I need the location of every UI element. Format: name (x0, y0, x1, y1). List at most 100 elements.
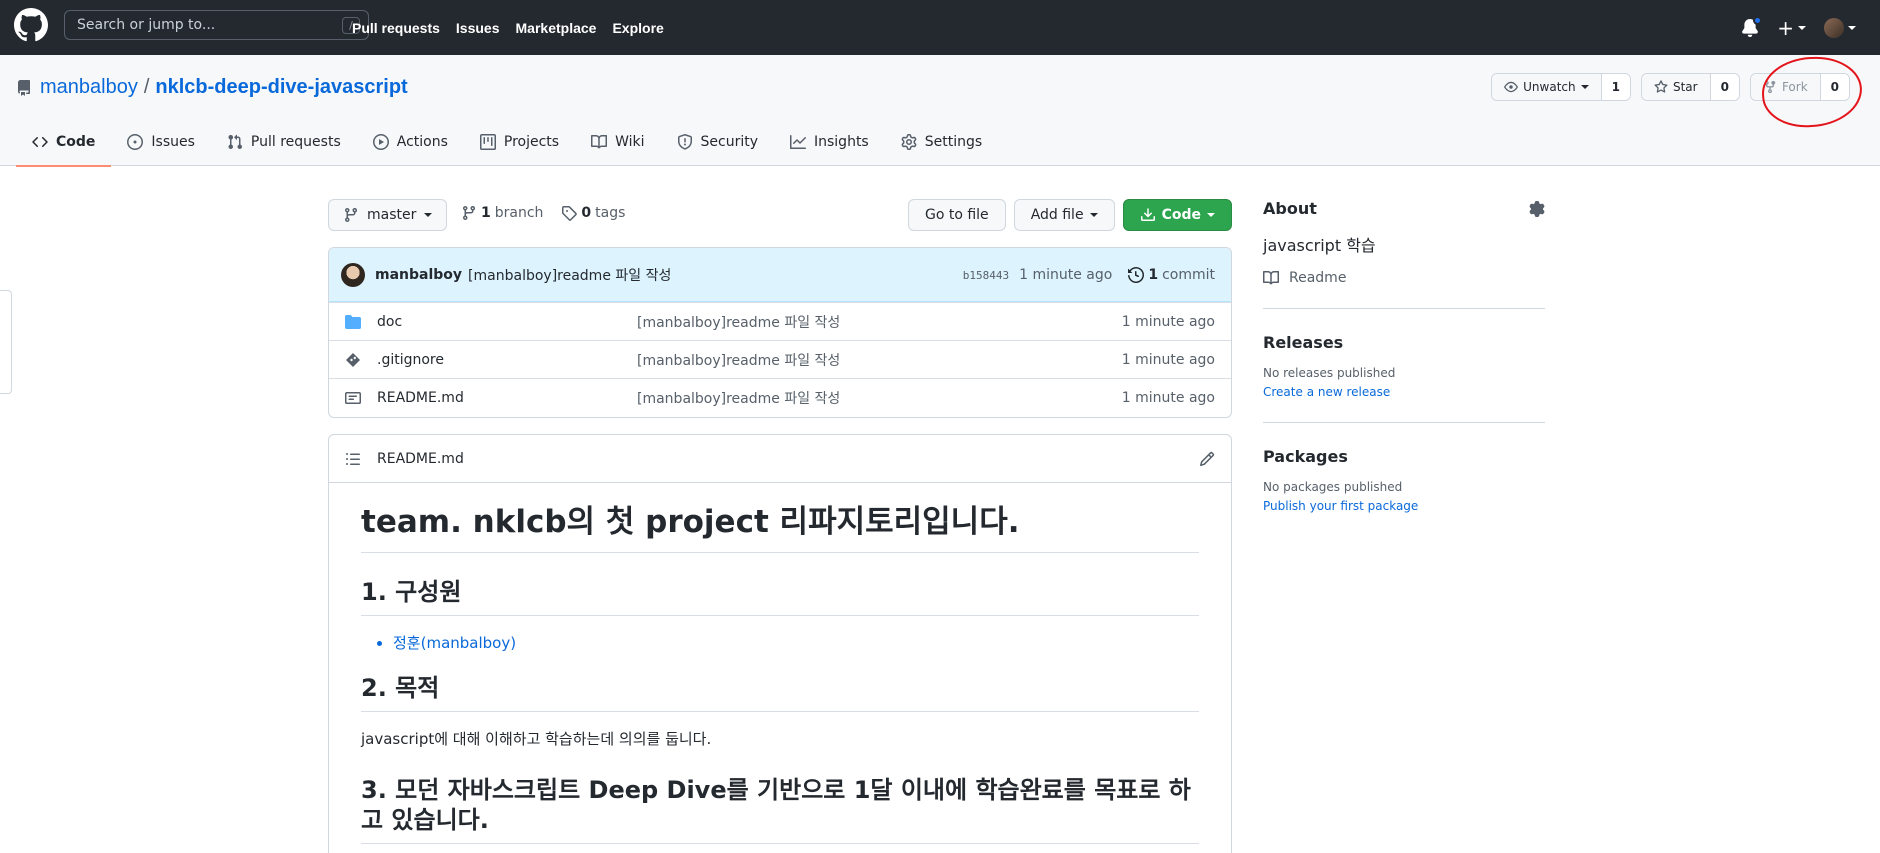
packages-title[interactable]: Packages (1263, 447, 1545, 466)
fork-annotation-circle (1760, 54, 1864, 130)
tab-security[interactable]: Security (661, 118, 775, 166)
tags-link[interactable]: 0 tags (561, 205, 625, 221)
repo-owner-link[interactable]: manbalboy (40, 76, 138, 99)
side-feedback-tab[interactable] (0, 290, 12, 394)
file-row[interactable]: doc [manbalboy]readme 파일 작성 1 minute ago (329, 302, 1231, 340)
book-icon (1263, 270, 1279, 285)
tab-pull-requests[interactable]: Pull requests (211, 118, 357, 166)
pull-request-icon (228, 134, 242, 150)
file-row[interactable]: README.md [manbalboy]readme 파일 작성 1 minu… (329, 378, 1231, 416)
releases-title[interactable]: Releases (1263, 333, 1545, 352)
create-new-dropdown[interactable]: + (1777, 16, 1806, 40)
readme-content: team. nklcb의 첫 project 리파지토리입니다. 1. 구성원 … (329, 483, 1231, 853)
search-input[interactable]: Search or jump to... / (64, 10, 369, 40)
watch-button[interactable]: Unwatch (1492, 74, 1602, 100)
nav-issues[interactable]: Issues (456, 20, 500, 36)
commit-age: 1 minute ago (1019, 267, 1113, 283)
star-count[interactable]: 0 (1710, 74, 1739, 100)
user-menu-dropdown[interactable] (1824, 17, 1856, 38)
branches-link[interactable]: 1 branch (461, 205, 543, 221)
file-commit-message[interactable]: [manbalboy]readme 파일 작성 (637, 388, 840, 408)
caret-down-icon (1089, 213, 1098, 217)
repo-sidebar: About javascript 학습 Readme Releases No r… (1263, 199, 1545, 560)
member-list: 정훈(manbalboy) (393, 632, 1199, 653)
nav-marketplace[interactable]: Marketplace (516, 20, 597, 36)
nav-pull-requests[interactable]: Pull requests (352, 20, 440, 36)
notifications-button[interactable] (1741, 15, 1763, 37)
readme-link[interactable]: Readme (1263, 270, 1545, 286)
tab-label: Security (700, 134, 759, 150)
commit-message[interactable]: [manbalboy]readme 파일 작성 (468, 265, 671, 285)
file-actions: Go to file Add file Code (907, 199, 1232, 231)
book-icon (591, 134, 608, 149)
branch-count: 1 (481, 205, 491, 221)
watch-count[interactable]: 1 (1601, 74, 1630, 100)
folder-icon (345, 315, 361, 329)
commit-count: 1 (1148, 267, 1159, 283)
latest-commit-bar: manbalboy [manbalboy]readme 파일 작성 b15844… (329, 248, 1231, 302)
commit-history-link[interactable]: 1 commit (1128, 267, 1215, 283)
issue-icon (127, 134, 144, 150)
readme-filename[interactable]: README.md (377, 451, 464, 467)
project-icon (479, 134, 496, 150)
github-logo-icon[interactable] (14, 8, 48, 42)
tab-label: Pull requests (250, 134, 341, 150)
global-header: Search or jump to... / Pull requests Iss… (0, 0, 1880, 55)
member-link[interactable]: 정훈(manbalboy) (393, 632, 1199, 653)
caret-down-icon (1848, 25, 1856, 30)
tab-label: Insights (814, 134, 869, 150)
file-commit-message[interactable]: [manbalboy]readme 파일 작성 (637, 312, 840, 332)
tab-code[interactable]: Code (16, 118, 112, 167)
watch-button-group: Unwatch 1 (1491, 73, 1631, 101)
history-icon (1128, 267, 1145, 283)
commit-author[interactable]: manbalboy (375, 267, 462, 283)
tab-wiki[interactable]: Wiki (575, 118, 660, 166)
tab-projects[interactable]: Projects (464, 118, 575, 166)
file-commit-message[interactable]: [manbalboy]readme 파일 작성 (637, 350, 840, 370)
gear-icon[interactable] (1529, 201, 1545, 217)
create-release-link[interactable]: Create a new release (1263, 385, 1390, 399)
list-unordered-icon[interactable] (345, 451, 361, 467)
avatar[interactable] (341, 262, 365, 287)
file-row[interactable]: .gitignore [manbalboy]readme 파일 작성 1 min… (329, 340, 1231, 378)
file-name[interactable]: README.md (377, 390, 464, 406)
add-file-button[interactable]: Add file (1013, 199, 1115, 231)
commit-meta: b158443 1 minute ago 1 commit (963, 248, 1215, 302)
nav-explore[interactable]: Explore (612, 20, 663, 36)
tab-label: Wiki (615, 134, 645, 150)
code-download-button[interactable]: Code (1122, 199, 1232, 231)
repo-title: manbalboy / nklcb-deep-dive-javascript (16, 76, 408, 99)
caret-down-icon (1580, 85, 1589, 89)
pencil-icon[interactable] (1199, 451, 1215, 467)
releases-section: Releases No releases published Create a … (1263, 333, 1545, 423)
tab-label: Projects (503, 134, 560, 150)
commit-sha[interactable]: b158443 (963, 269, 1009, 282)
file-list: manbalboy [manbalboy]readme 파일 작성 b15844… (328, 247, 1232, 418)
star-button[interactable]: Star (1641, 74, 1711, 100)
tag-count: 0 (581, 205, 592, 221)
about-section: About javascript 학습 Readme (1263, 199, 1545, 309)
header-right: + (1741, 0, 1856, 55)
tab-settings[interactable]: Settings (885, 118, 998, 166)
repo-name-link[interactable]: nklcb-deep-dive-javascript (155, 76, 407, 99)
tab-actions[interactable]: Actions (357, 118, 464, 166)
file-age: 1 minute ago (1121, 389, 1215, 406)
packages-empty-text: No packages published (1263, 480, 1403, 494)
go-to-file-button[interactable]: Go to file (907, 199, 1006, 231)
readme-heading-goal: 2. 목적 (361, 673, 1199, 712)
publish-package-link[interactable]: Publish your first package (1263, 499, 1418, 513)
file-name[interactable]: .gitignore (377, 352, 444, 368)
tag-word: tags (595, 205, 626, 221)
graph-icon (790, 135, 806, 149)
tab-insights[interactable]: Insights (774, 118, 885, 166)
play-icon (372, 134, 389, 150)
unread-dot (1753, 15, 1763, 25)
branch-word: branch (494, 205, 544, 221)
tab-issues[interactable]: Issues (111, 118, 211, 166)
about-title: About (1263, 199, 1317, 218)
readme-panel: README.md team. nklcb의 첫 project 리파지토리입니… (328, 434, 1232, 853)
branch-select-button[interactable]: master (328, 199, 448, 231)
global-nav: Pull requests Issues Marketplace Explore (352, 0, 680, 55)
file-name[interactable]: doc (377, 314, 402, 330)
readme-heading-plan: 3. 모던 자바스크립트 Deep Dive를 기반으로 1달 이내에 학습완료… (361, 775, 1199, 844)
